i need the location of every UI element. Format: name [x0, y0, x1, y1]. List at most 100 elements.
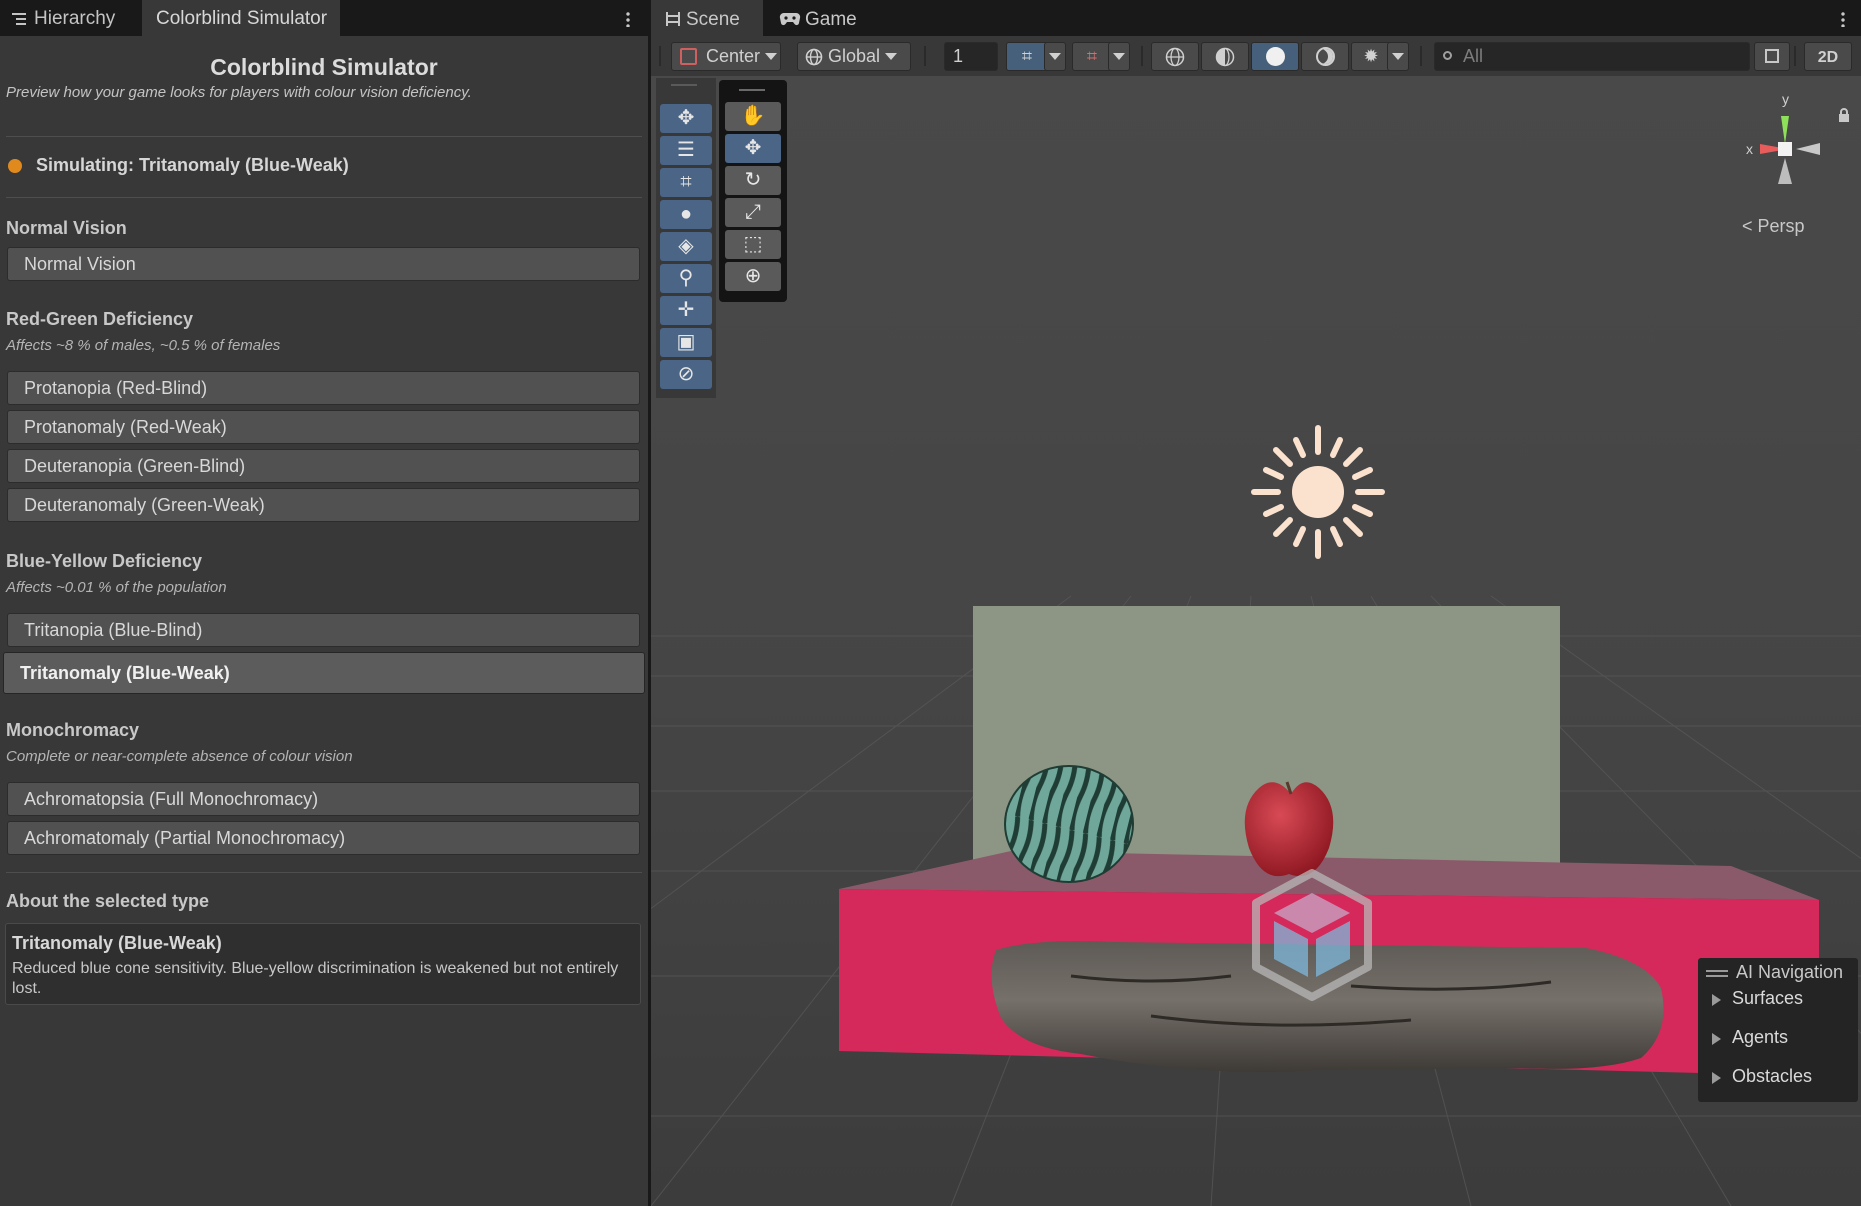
bug-icon: ✹ [1363, 46, 1379, 66]
lock-icon[interactable] [1838, 108, 1850, 122]
section-heading-red-green: Red-Green Deficiency [6, 309, 194, 329]
globe-icon [805, 48, 823, 66]
grid-size-input[interactable]: 1 [944, 42, 998, 71]
panel-menu-icon[interactable] [626, 11, 630, 27]
space-dropdown[interactable]: Global [797, 42, 911, 71]
about-description: Reduced blue cone sensitivity. Blue-yell… [12, 960, 619, 997]
option-protanomaly[interactable]: Protanomaly (Red-Weak) [7, 410, 640, 444]
scene-search-input[interactable]: All [1434, 42, 1750, 71]
tab-hierarchy[interactable]: Hierarchy [0, 0, 140, 36]
tools-column: ✥ ☰ ⌗ ● ◈ ⚲ ✛ ▣ ⊘ [656, 78, 716, 398]
option-normal-vision[interactable]: Normal Vision [7, 247, 640, 281]
grid-snap-dropdown[interactable] [1044, 42, 1066, 71]
option-achromatomaly[interactable]: Achromatomaly (Partial Monochromacy) [7, 821, 640, 855]
nav-item-obstacles[interactable]: Obstacles [1732, 1066, 1812, 1087]
tab-scene[interactable]: Scene [651, 0, 763, 36]
wireframe-shading-button[interactable] [1151, 42, 1199, 71]
transform-tools-overlay: ✋ ✥ ↻ ⤢ ⬚ ⊕ [719, 80, 787, 302]
scale-tool-button[interactable]: ⤢ [725, 198, 781, 227]
pivot-dropdown[interactable]: Center [671, 42, 781, 71]
tab-game[interactable]: Game [775, 0, 885, 36]
search-expand-button[interactable] [1754, 42, 1790, 71]
status-indicator-icon [8, 159, 22, 173]
status-text: Simulating: Tritanomaly (Blue-Weak) [36, 155, 349, 175]
rect-tool-button[interactable]: ⬚ [725, 230, 781, 259]
transform-tool-button[interactable]: ⊕ [725, 262, 781, 291]
expand-icon [1765, 49, 1779, 63]
divider-line [6, 197, 642, 198]
option-tritanopia[interactable]: Tritanopia (Blue-Blind) [7, 613, 640, 647]
grid-icon: ⌗ [680, 171, 692, 193]
option-achromatopsia[interactable]: Achromatopsia (Full Monochromacy) [7, 782, 640, 816]
gizmo-neg-x-axis[interactable] [1796, 143, 1820, 155]
gizmo-center-cube[interactable] [1778, 142, 1792, 156]
shaded-button[interactable] [1251, 42, 1299, 71]
shaded-wire-sphere-icon [1215, 47, 1235, 67]
orientation-gizmo[interactable]: y x [1720, 86, 1850, 266]
grid-tool-button[interactable]: ⌗ [660, 168, 712, 197]
toolbar-grip [1420, 46, 1422, 66]
unlit-button[interactable] [1301, 42, 1349, 71]
chevron-down-icon [1392, 53, 1404, 60]
toolbar-grip [924, 46, 926, 66]
grid-snap-button[interactable]: ⌗ [1006, 42, 1048, 71]
option-protanopia[interactable]: Protanopia (Red-Blind) [7, 371, 640, 405]
compass-tool-button[interactable]: ⊘ [660, 360, 712, 389]
section-heading-about: About the selected type [6, 891, 210, 911]
increment-snap-dropdown[interactable] [1108, 42, 1130, 71]
tab-colorblind-simulator[interactable]: Colorblind Simulator [142, 0, 340, 36]
layers-icon: ◈ [678, 235, 694, 257]
gizmo-y-axis[interactable] [1781, 116, 1789, 144]
debug-draw-dropdown[interactable] [1387, 42, 1409, 71]
left-tab-bar: Hierarchy Colorblind Simulator [0, 0, 648, 36]
option-deuteranopia[interactable]: Deuteranopia (Green-Blind) [7, 449, 640, 483]
shaded-wireframe-button[interactable] [1201, 42, 1249, 71]
nav-item-surfaces[interactable]: Surfaces [1732, 988, 1803, 1009]
camera-tool-button[interactable]: ▣ [660, 328, 712, 357]
debug-draw-button[interactable]: ✹ [1351, 42, 1391, 71]
expand-arrow-icon[interactable] [1712, 1033, 1721, 1045]
scene-menu-icon[interactable] [1841, 11, 1845, 27]
increment-snap-button[interactable]: ⌗ [1072, 42, 1112, 71]
about-title: Tritanomaly (Blue-Weak) [12, 933, 222, 953]
option-deuteranomaly[interactable]: Deuteranomaly (Green-Weak) [7, 488, 640, 522]
sphere-tool-button[interactable]: ● [660, 200, 712, 229]
move-tool-button[interactable]: ✥ [660, 104, 712, 133]
grid-size-value: 1 [953, 46, 964, 66]
overlay-grip [739, 89, 765, 91]
move-transform-button[interactable]: ✥ [725, 134, 781, 163]
section-heading-blue-yellow: Blue-Yellow Deficiency [6, 551, 203, 571]
section-heading-monochromacy: Monochromacy [6, 720, 140, 740]
pivot-label: Center [706, 46, 761, 66]
search-tool-button[interactable]: ⚲ [660, 264, 712, 293]
2d-toggle-icon: 2D [1817, 49, 1839, 66]
2d-toggle-button[interactable]: 2D [1804, 42, 1852, 71]
scale-icon: ⤢ [745, 201, 761, 223]
expand-arrow-icon[interactable] [1712, 1072, 1721, 1084]
right-tab-bar: Scene Game [651, 0, 1861, 36]
scene-grid-icon [666, 12, 680, 26]
inspector-tool-button[interactable]: ☰ [660, 136, 712, 165]
space-label: Global [828, 46, 881, 66]
overlay-handle-icon [1706, 970, 1728, 977]
section-note-monochromacy: Complete or near-complete absence of col… [6, 748, 353, 765]
toolbar-grip [1141, 46, 1143, 66]
divider-line [6, 136, 642, 137]
camera-icon: ▣ [676, 331, 696, 353]
nav-item-agents[interactable]: Agents [1732, 1027, 1788, 1048]
gizmo-x-label: x [1746, 141, 1753, 157]
move-icon: ✥ [677, 107, 695, 129]
projection-toggle[interactable]: < Persp [1742, 216, 1805, 237]
expand-arrow-icon[interactable] [1712, 994, 1721, 1006]
layers-tool-button[interactable]: ◈ [660, 232, 712, 261]
toolbar-grip [659, 46, 661, 66]
option-tritanomaly-selected[interactable]: Tritanomaly (Blue-Weak) [3, 652, 645, 694]
chevron-down-icon [765, 53, 778, 60]
gizmo-neg-y-axis[interactable] [1778, 158, 1792, 184]
scene-viewport[interactable]: ✥ ☰ ⌗ ● ◈ ⚲ ✛ ▣ ⊘ ✋ ✥ ↻ ⤢ ⬚ ⊕ y x < Pers… [651, 76, 1861, 1206]
pivot-tool-button[interactable]: ✛ [660, 296, 712, 325]
ai-navigation-overlay: AI Navigation Surfaces Agents Obstacles [1698, 958, 1858, 1102]
hand-tool-button[interactable]: ✋ [725, 102, 781, 131]
rect-icon: ⬚ [743, 233, 763, 255]
rotate-tool-button[interactable]: ↻ [725, 166, 781, 195]
